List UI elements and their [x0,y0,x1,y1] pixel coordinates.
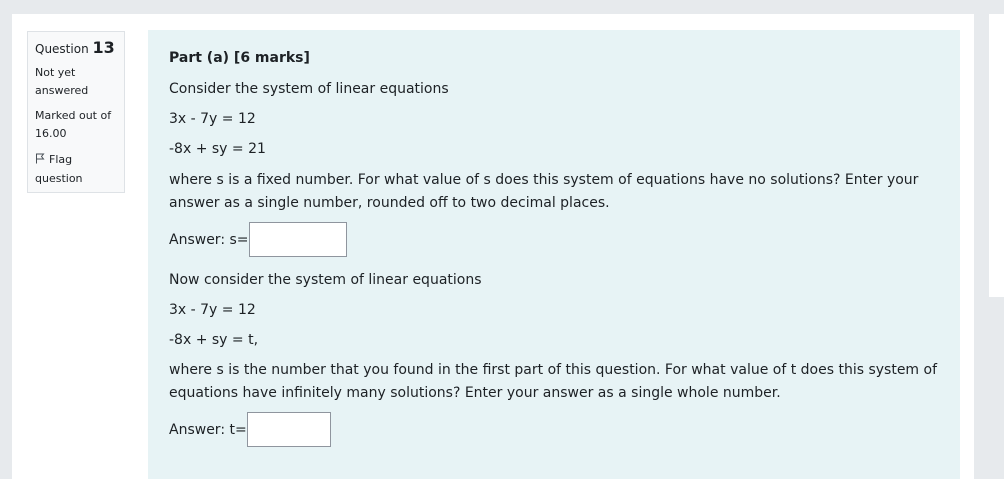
equation-1: 3x - 7y = 12 [169,111,256,127]
question-text-1a: where s is a fixed number. For what valu… [169,172,919,188]
question-marks: Marked out of 16.00 [35,107,117,143]
answer-row-t: Answer: t= [169,412,331,447]
question-number: 13 [92,38,115,57]
answer-t-input[interactable] [246,412,331,447]
question-page: Question 13 Not yet answered Marked out … [12,14,974,479]
answer-row-s: Answer: s= [169,222,347,257]
answer-t-label: Answer: t= [169,421,247,438]
flag-label-2[interactable]: question [35,170,117,188]
flag-icon[interactable] [35,152,46,170]
question-text-2a: where s is the number that you found in … [169,362,938,378]
question-info-panel: Question 13 Not yet answered Marked out … [27,31,125,193]
question-number-line: Question 13 [35,37,117,60]
flag-question-link[interactable]: Flag question [35,151,117,188]
question-content: Part (a) [6 marks] Consider the system o… [148,30,960,479]
intro-text-2: Now consider the system of linear equati… [169,272,482,288]
status-line-1: Not yet [35,66,76,79]
marks-line-2: 16.00 [35,127,67,140]
equation-4: -8x + sy = t, [169,332,259,348]
question-text-1b: answer as a single number, rounded off t… [169,195,610,211]
side-panel-edge [989,14,1004,297]
question-text-2b: equations have infinitely many solutions… [169,385,781,401]
marks-line-1: Marked out of [35,109,112,122]
equation-2: -8x + sy = 21 [169,141,266,157]
part-title: Part (a) [6 marks] [169,50,310,66]
question-label: Question [35,42,89,56]
status-line-2: answered [35,84,89,97]
flag-label-1[interactable]: Flag [49,153,72,166]
answer-s-input[interactable] [248,222,347,257]
equation-3: 3x - 7y = 12 [169,302,256,318]
question-status: Not yet answered [35,64,117,100]
answer-s-label: Answer: s= [169,231,249,248]
intro-text-1: Consider the system of linear equations [169,81,449,97]
